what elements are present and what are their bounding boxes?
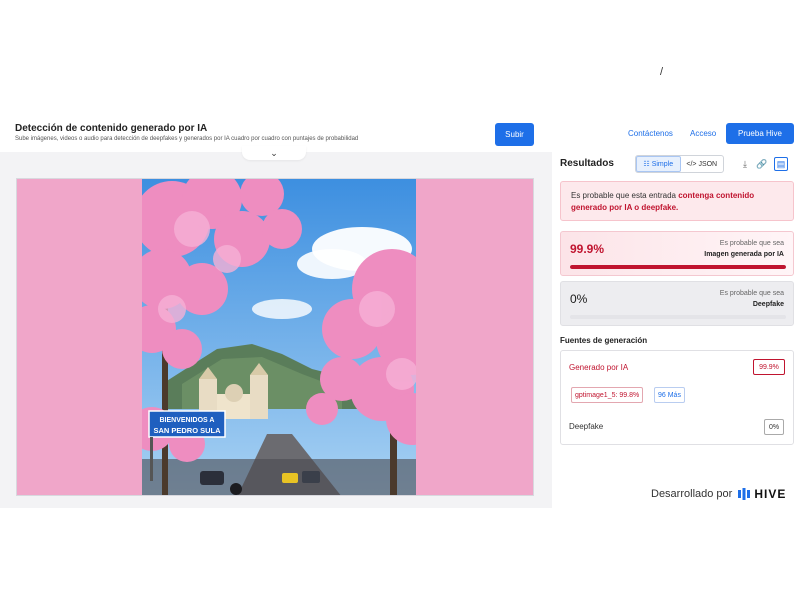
more-models-chip[interactable]: 96 Más <box>654 387 685 403</box>
deepfake-score-caption: Es probable que sea <box>719 290 784 297</box>
sources-ai-value: 99.9% <box>753 359 785 375</box>
sign-line-2: SAN PEDRO SULA <box>153 426 221 435</box>
powered-by: Desarrollado por HIVE <box>651 487 786 501</box>
deepfake-score-bar <box>570 315 786 319</box>
image-preview: BIENVENIDOS A SAN PEDRO SULA <box>16 178 534 496</box>
upload-button[interactable]: Subir <box>495 123 534 146</box>
sources-title: Fuentes de generación <box>560 336 648 345</box>
ai-score-fill <box>570 265 786 269</box>
hive-logo-icon <box>738 488 751 500</box>
layout-icon[interactable]: ▤ <box>774 157 788 171</box>
sources-deepfake-value: 0% <box>764 419 784 435</box>
trial-button[interactable]: Prueba Hive <box>726 123 794 144</box>
detection-panel: Detección de contenido generado por IA S… <box>0 112 552 508</box>
alert-prefix: Es probable que esta entrada <box>571 191 679 200</box>
tab-simple[interactable]: ☷ Simple <box>636 156 681 172</box>
view-toggle: ☷ Simple </> JSON <box>635 155 724 173</box>
ai-score-label: Imagen generada por IA <box>704 251 784 258</box>
login-link[interactable]: Acceso <box>690 129 716 138</box>
contact-link[interactable]: Contáctenos <box>628 129 673 138</box>
uploaded-photo: BIENVENIDOS A SAN PEDRO SULA <box>142 179 416 495</box>
sources-ai-label: Generado por IA <box>569 363 629 372</box>
collapse-toggle[interactable]: ⌄ <box>242 146 306 160</box>
results-title: Resultados <box>560 158 614 169</box>
sources-deepfake-label: Deepfake <box>569 422 604 431</box>
model-chip[interactable]: gptimage1_5: 99.8% <box>571 387 644 403</box>
download-icon[interactable]: ⤓ <box>738 157 752 171</box>
ai-score-percent: 99.9% <box>570 242 605 256</box>
hive-logo-text: HIVE <box>754 487 787 501</box>
tab-json[interactable]: </> JSON <box>681 156 724 172</box>
deepfake-score-label: Deepfake <box>752 301 784 308</box>
ai-score-bar <box>570 265 786 269</box>
tab-simple-label: Simple <box>651 160 674 168</box>
sign-line-1: BIENVENIDOS A <box>160 417 215 424</box>
ai-score-caption: Es probable que sea <box>719 240 784 247</box>
link-icon[interactable]: 🔗 <box>755 157 769 171</box>
hive-logo[interactable]: HIVE <box>738 487 786 501</box>
page-subtitle: Sube imágenes, videos o audio para detec… <box>15 136 359 142</box>
page-title: Detección de contenido generado por IA <box>15 123 208 134</box>
chevron-down-icon: ⌄ <box>270 147 278 158</box>
result-alert: Es probable que esta entrada contenga co… <box>560 181 794 221</box>
ai-score-card: 99.9% Es probable que sea Imagen generad… <box>560 231 794 276</box>
deepfake-score-card: 0% Es probable que sea Deepfake <box>560 281 794 326</box>
stray-mark: / <box>660 66 664 78</box>
powered-by-text: Desarrollado por <box>651 488 733 500</box>
list-icon: ☷ <box>643 161 650 168</box>
deepfake-score-percent: 0% <box>570 292 588 306</box>
